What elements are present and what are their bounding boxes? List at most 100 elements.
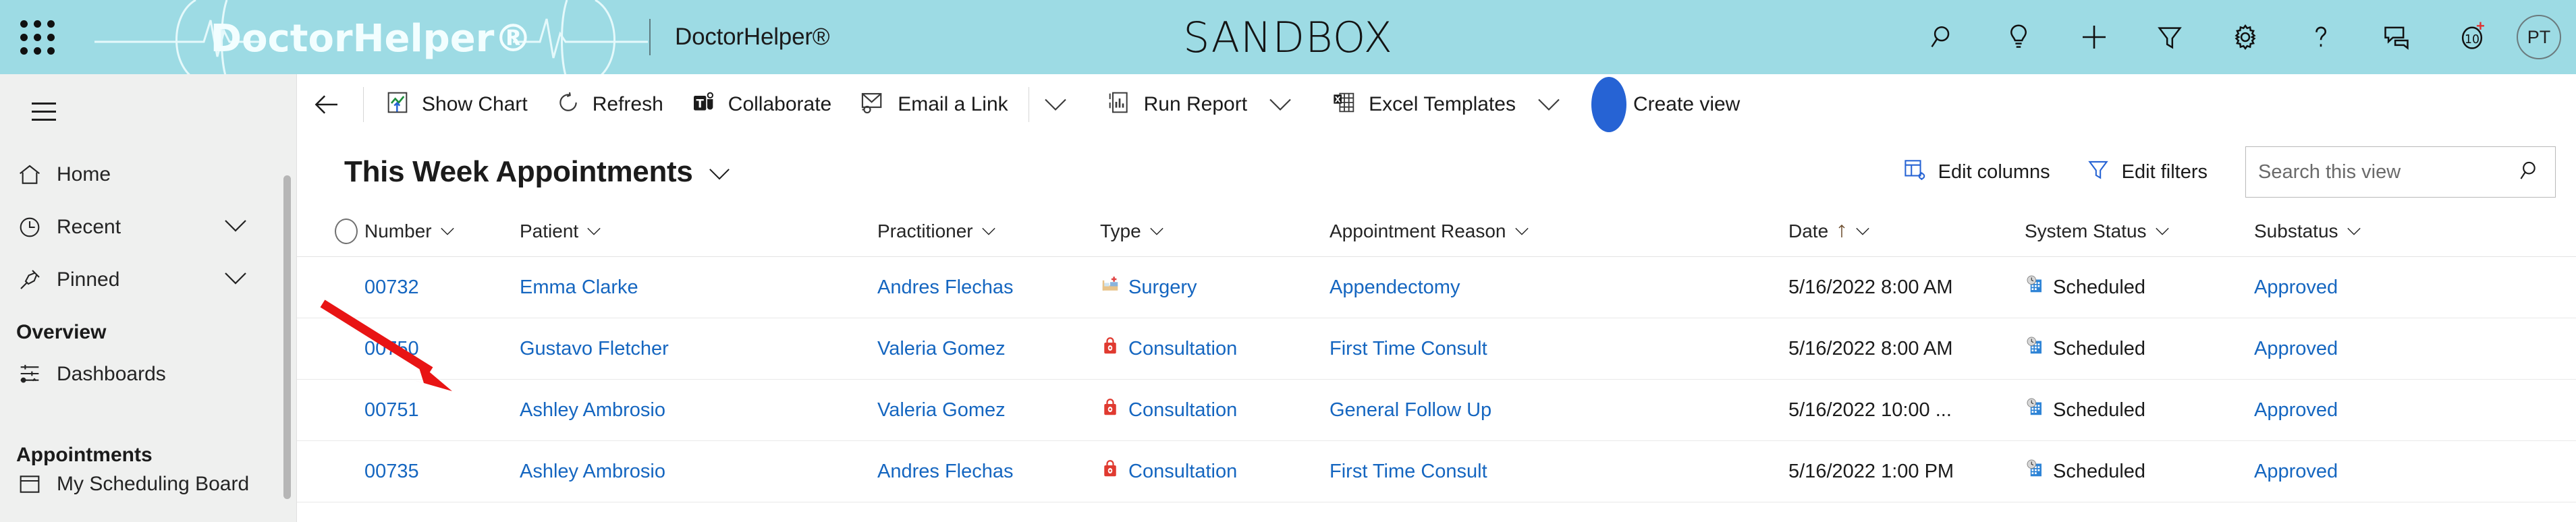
- cell-type[interactable]: Surgery: [1100, 256, 1330, 318]
- practitioner-link[interactable]: Valeria Gomez: [877, 399, 1006, 421]
- sidebar-item-dashboards[interactable]: Dashboards: [0, 348, 296, 401]
- type-link[interactable]: Surgery: [1128, 277, 1197, 299]
- cell-number[interactable]: 00735: [364, 440, 520, 502]
- select-all-header[interactable]: [297, 209, 364, 257]
- chevron-down-icon[interactable]: [708, 155, 731, 189]
- row-select-cell[interactable]: [297, 256, 364, 318]
- cell-practitioner[interactable]: Andres Flechas: [877, 256, 1100, 318]
- cell-reason[interactable]: Appendectomy: [1330, 256, 1788, 318]
- sidebar-scrollbar[interactable]: [283, 175, 291, 499]
- column-header-date[interactable]: Date: [1788, 209, 2025, 257]
- record-link[interactable]: 00735: [364, 461, 419, 482]
- substatus-link[interactable]: Approved: [2254, 338, 2338, 359]
- patient-link[interactable]: Ashley Ambrosio: [520, 399, 665, 421]
- patient-link[interactable]: Ashley Ambrosio: [520, 461, 665, 482]
- practitioner-link[interactable]: Andres Flechas: [877, 277, 1014, 298]
- table-row[interactable]: 00732 Emma Clarke Andres Flechas Surgery…: [297, 256, 2576, 318]
- type-link[interactable]: Consultation: [1128, 338, 1237, 360]
- cell-reason[interactable]: General Follow Up: [1330, 379, 1788, 441]
- column-header-patient[interactable]: Patient: [520, 209, 877, 257]
- cell-reason[interactable]: First Time Consult: [1330, 440, 1788, 502]
- record-link[interactable]: 00732: [364, 277, 419, 298]
- email-a-link-button[interactable]: Email a Link: [845, 74, 1021, 135]
- row-select-cell[interactable]: [297, 318, 364, 380]
- search-icon[interactable]: [2517, 158, 2543, 187]
- run-report-button[interactable]: Run Report: [1093, 74, 1261, 135]
- excel-templates-chevron[interactable]: [1529, 74, 1568, 135]
- substatus-link[interactable]: Approved: [2254, 461, 2338, 482]
- sidebar-item-home[interactable]: Home: [0, 148, 296, 201]
- feedback-button[interactable]: [2359, 0, 2434, 74]
- run-report-chevron[interactable]: [1261, 74, 1300, 135]
- reason-link[interactable]: Appendectomy: [1330, 277, 1460, 298]
- record-link[interactable]: 00751: [364, 399, 419, 421]
- patient-link[interactable]: Emma Clarke: [520, 277, 638, 298]
- chevron-down-icon[interactable]: [223, 219, 248, 237]
- practitioner-link[interactable]: Andres Flechas: [877, 461, 1014, 482]
- table-row[interactable]: 00751 Ashley Ambrosio Valeria Gomez Cons…: [297, 379, 2576, 441]
- table-row[interactable]: 00735 Ashley Ambrosio Andres Flechas Con…: [297, 440, 2576, 502]
- cell-reason[interactable]: First Time Consult: [1330, 318, 1788, 380]
- practitioner-link[interactable]: Valeria Gomez: [877, 338, 1006, 359]
- cell-number[interactable]: 00750: [364, 318, 520, 380]
- cell-type[interactable]: Consultation: [1100, 440, 1330, 502]
- assistant-button[interactable]: 10 +: [2434, 0, 2510, 74]
- row-select-cell[interactable]: [297, 440, 364, 502]
- back-button[interactable]: [297, 74, 356, 135]
- create-view-button[interactable]: Create view: [1620, 74, 1753, 135]
- help-button[interactable]: [2283, 0, 2359, 74]
- view-selector[interactable]: This Week Appointments: [344, 155, 731, 189]
- avatar[interactable]: PT: [2517, 15, 2561, 59]
- cell-substatus[interactable]: Approved: [2254, 318, 2576, 380]
- filter-button[interactable]: [2132, 0, 2208, 74]
- show-chart-button[interactable]: Show Chart: [371, 74, 541, 135]
- cell-type[interactable]: Consultation: [1100, 379, 1330, 441]
- cell-patient[interactable]: Ashley Ambrosio: [520, 379, 877, 441]
- table-row[interactable]: 00750 Gustavo Fletcher Valeria Gomez Con…: [297, 318, 2576, 380]
- search-button[interactable]: [1905, 0, 1981, 74]
- site-map-toggle-button[interactable]: [7, 74, 81, 148]
- column-header-substatus[interactable]: Substatus: [2254, 209, 2576, 257]
- cell-number[interactable]: 00732: [364, 256, 520, 318]
- cell-practitioner[interactable]: Andres Flechas: [877, 440, 1100, 502]
- reason-link[interactable]: First Time Consult: [1330, 461, 1487, 482]
- record-link[interactable]: 00750: [364, 338, 419, 359]
- excel-templates-button[interactable]: X Excel Templates: [1317, 74, 1529, 135]
- app-launcher-button[interactable]: [0, 0, 74, 74]
- collaborate-button[interactable]: T Collaborate: [677, 74, 845, 135]
- cell-substatus[interactable]: Approved: [2254, 440, 2576, 502]
- new-button[interactable]: [2056, 0, 2132, 74]
- type-link[interactable]: Consultation: [1128, 399, 1237, 422]
- reason-link[interactable]: First Time Consult: [1330, 338, 1487, 359]
- chevron-down-icon[interactable]: [223, 271, 248, 289]
- cell-substatus[interactable]: Approved: [2254, 256, 2576, 318]
- brand-logo[interactable]: DoctorHelper®: [94, 0, 648, 74]
- type-link[interactable]: Consultation: [1128, 461, 1237, 483]
- cell-practitioner[interactable]: Valeria Gomez: [877, 379, 1100, 441]
- cell-practitioner[interactable]: Valeria Gomez: [877, 318, 1100, 380]
- row-select-cell[interactable]: [297, 379, 364, 441]
- refresh-button[interactable]: Refresh: [541, 74, 677, 135]
- cell-patient[interactable]: Gustavo Fletcher: [520, 318, 877, 380]
- cell-patient[interactable]: Ashley Ambrosio: [520, 440, 877, 502]
- substatus-link[interactable]: Approved: [2254, 399, 2338, 421]
- column-header-type[interactable]: Type: [1100, 209, 1330, 257]
- cell-number[interactable]: 00751: [364, 379, 520, 441]
- patient-link[interactable]: Gustavo Fletcher: [520, 338, 669, 359]
- cell-patient[interactable]: Emma Clarke: [520, 256, 877, 318]
- column-header-appointment-reason[interactable]: Appointment Reason: [1330, 209, 1788, 257]
- cell-type[interactable]: Consultation: [1100, 318, 1330, 380]
- substatus-link[interactable]: Approved: [2254, 277, 2338, 298]
- cell-substatus[interactable]: Approved: [2254, 379, 2576, 441]
- sidebar-item-recent[interactable]: Recent: [0, 201, 296, 254]
- edit-columns-button[interactable]: Edit columns: [1884, 147, 2068, 197]
- select-all-checkbox[interactable]: [335, 219, 358, 244]
- column-header-number[interactable]: Number: [364, 209, 520, 257]
- column-header-system-status[interactable]: System Status: [2025, 209, 2254, 257]
- search-this-view-box[interactable]: [2245, 146, 2556, 198]
- sidebar-item-my-scheduling-board[interactable]: My Scheduling Board: [0, 471, 296, 498]
- email-a-link-chevron[interactable]: [1036, 74, 1075, 135]
- sidebar-item-pinned[interactable]: Pinned: [0, 254, 296, 306]
- edit-filters-button[interactable]: Edit filters: [2068, 147, 2225, 197]
- reason-link[interactable]: General Follow Up: [1330, 399, 1491, 421]
